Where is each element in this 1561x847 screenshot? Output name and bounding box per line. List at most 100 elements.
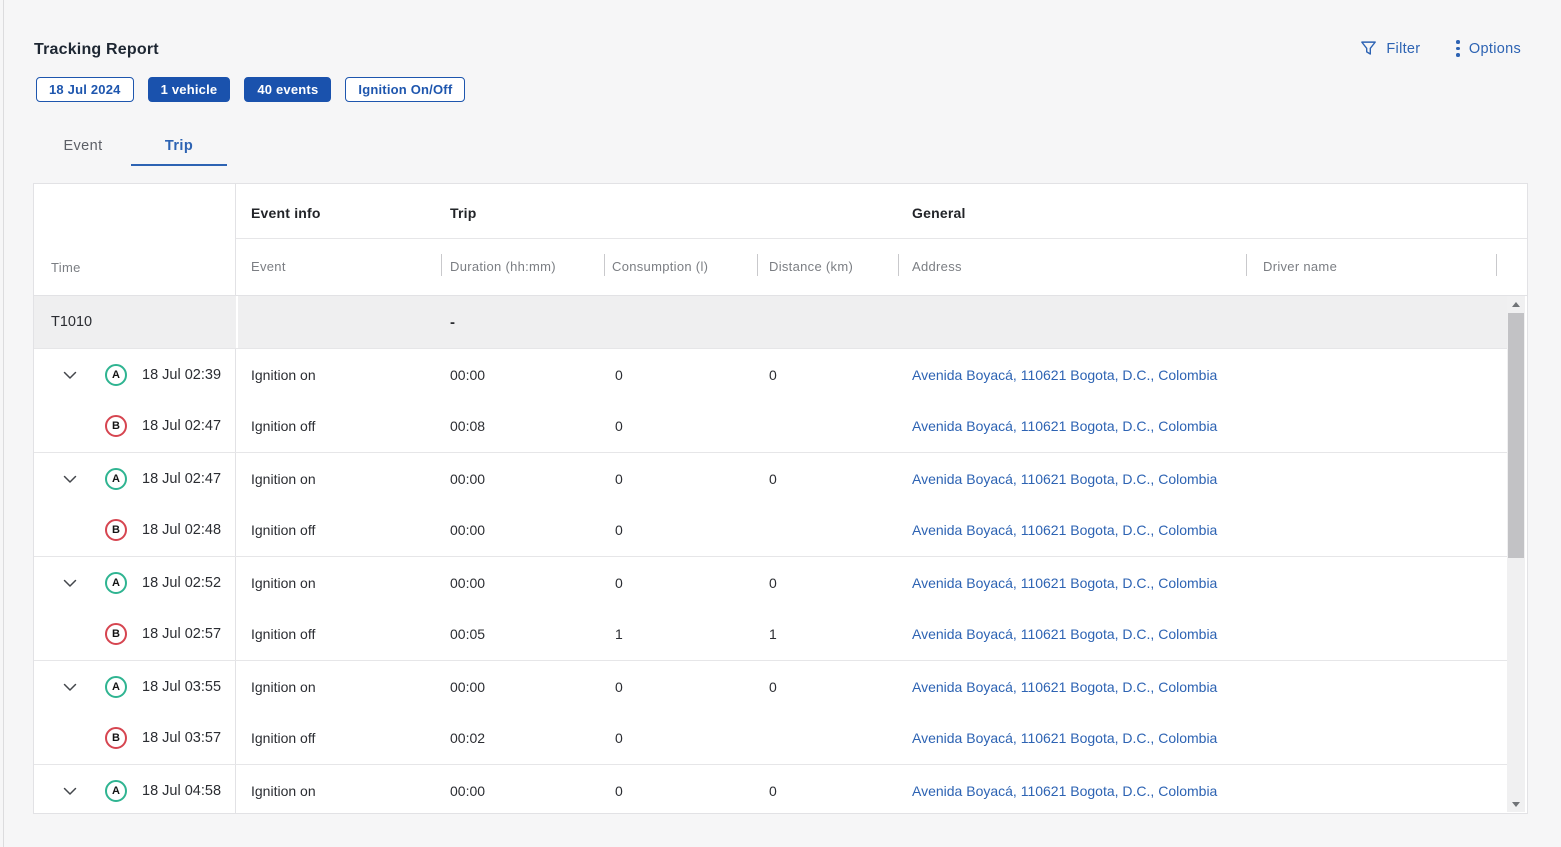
table-body-rows: A 18 Jul 02:39 Ignition on 00:00 0 0 Ave… xyxy=(34,348,1507,813)
report-tabs: Event Trip xyxy=(35,128,227,164)
chip-vehicle-count[interactable]: 1 vehicle xyxy=(148,77,231,102)
consumption-cell: 0 xyxy=(604,575,757,591)
event-time: 18 Jul 04:58 xyxy=(142,783,221,799)
event-name-cell: Ignition on xyxy=(236,679,441,695)
arrow-up-icon[interactable] xyxy=(1507,296,1525,312)
column-header-row: Event Duration (hh:mm) Consumption (l) D… xyxy=(236,239,1527,296)
event-time: 18 Jul 02:52 xyxy=(142,575,221,591)
consumption-cell: 0 xyxy=(604,730,757,746)
options-button[interactable]: Options xyxy=(1456,40,1521,57)
distance-cell: 0 xyxy=(757,367,898,383)
event-name-cell: Ignition off xyxy=(236,730,441,746)
chip-event-count[interactable]: 40 events xyxy=(244,77,331,102)
filter-button[interactable]: Filter xyxy=(1360,40,1420,57)
col-header-driver: Driver name xyxy=(1263,259,1337,274)
col-header-time: Time xyxy=(34,184,236,296)
event-name-cell: Ignition on xyxy=(236,471,441,487)
address-link[interactable]: Avenida Boyacá, 110621 Bogota, D.C., Col… xyxy=(898,367,1246,383)
table-row[interactable]: A 18 Jul 02:39 Ignition on 00:00 0 0 Ave… xyxy=(34,348,1507,400)
filter-button-label: Filter xyxy=(1386,41,1420,57)
trip-start-badge: A xyxy=(105,780,127,802)
time-cell: A 18 Jul 03:55 xyxy=(34,661,236,712)
chevron-down-icon[interactable] xyxy=(60,677,80,697)
table-row[interactable]: A 18 Jul 04:58 Ignition on 00:00 0 0 Ave… xyxy=(34,764,1507,813)
trip-end-badge: B xyxy=(105,623,127,645)
chevron-down-icon[interactable] xyxy=(60,573,80,593)
address-link[interactable]: Avenida Boyacá, 110621 Bogota, D.C., Col… xyxy=(898,679,1246,695)
trip-start-badge: A xyxy=(105,676,127,698)
duration-cell: 00:05 xyxy=(441,626,604,642)
col-header-consumption: Consumption (l) xyxy=(612,259,708,274)
arrow-down-icon[interactable] xyxy=(1507,796,1525,812)
chip-event-type[interactable]: Ignition On/Off xyxy=(345,77,465,102)
table-row[interactable]: B 18 Jul 02:57 Ignition off 00:05 1 1 Av… xyxy=(34,608,1507,660)
consumption-cell: 0 xyxy=(604,783,757,799)
chip-date[interactable]: 18 Jul 2024 xyxy=(36,77,134,102)
chevron-down-icon[interactable] xyxy=(60,365,80,385)
address-link[interactable]: Avenida Boyacá, 110621 Bogota, D.C., Col… xyxy=(898,418,1246,434)
event-time: 18 Jul 02:47 xyxy=(142,418,221,434)
time-cell: A 18 Jul 02:47 xyxy=(34,453,236,504)
distance-cell: 0 xyxy=(757,575,898,591)
table-body: T1010 - A 18 Jul 02:39 Ignition on 00:00… xyxy=(34,296,1507,813)
trip-start-badge: A xyxy=(105,364,127,386)
time-cell: B 18 Jul 03:57 xyxy=(34,712,236,764)
group-header-trip: Trip xyxy=(450,205,476,221)
event-time: 18 Jul 02:48 xyxy=(142,522,221,538)
address-link[interactable]: Avenida Boyacá, 110621 Bogota, D.C., Col… xyxy=(898,575,1246,591)
event-time: 18 Jul 02:57 xyxy=(142,626,221,642)
address-link[interactable]: Avenida Boyacá, 110621 Bogota, D.C., Col… xyxy=(898,471,1246,487)
consumption-cell: 0 xyxy=(604,679,757,695)
address-link[interactable]: Avenida Boyacá, 110621 Bogota, D.C., Col… xyxy=(898,626,1246,642)
consumption-cell: 0 xyxy=(604,418,757,434)
column-divider xyxy=(1246,254,1247,276)
time-cell: B 18 Jul 02:47 xyxy=(34,400,236,452)
column-divider xyxy=(757,254,758,276)
table-row[interactable]: B 18 Jul 03:57 Ignition off 00:02 0 Aven… xyxy=(34,712,1507,764)
time-cell: A 18 Jul 02:39 xyxy=(34,349,236,400)
page-title: Tracking Report xyxy=(34,41,159,59)
trip-end-badge: B xyxy=(105,727,127,749)
table-header: Time Event info Trip General Event Durat… xyxy=(34,184,1527,296)
column-divider xyxy=(441,254,442,276)
vehicle-group-row[interactable]: T1010 - xyxy=(34,296,1507,348)
trip-end-badge: B xyxy=(105,519,127,541)
tab-event[interactable]: Event xyxy=(35,128,131,164)
col-header-duration: Duration (hh:mm) xyxy=(450,259,556,274)
table-row[interactable]: A 18 Jul 03:55 Ignition on 00:00 0 0 Ave… xyxy=(34,660,1507,712)
event-time: 18 Jul 03:57 xyxy=(142,730,221,746)
table-row[interactable]: B 18 Jul 02:47 Ignition off 00:08 0 Aven… xyxy=(34,400,1507,452)
chevron-down-icon[interactable] xyxy=(60,469,80,489)
event-name-cell: Ignition off xyxy=(236,626,441,642)
time-cell: A 18 Jul 02:52 xyxy=(34,557,236,608)
address-link[interactable]: Avenida Boyacá, 110621 Bogota, D.C., Col… xyxy=(898,783,1246,799)
event-name-cell: Ignition off xyxy=(236,418,441,434)
time-cell: B 18 Jul 02:57 xyxy=(34,608,236,660)
duration-cell: 00:00 xyxy=(441,522,604,538)
consumption-cell: 0 xyxy=(604,367,757,383)
group-header-general: General xyxy=(912,205,966,221)
table-row[interactable]: A 18 Jul 02:47 Ignition on 00:00 0 0 Ave… xyxy=(34,452,1507,504)
duration-cell: 00:00 xyxy=(441,679,604,695)
duration-cell: 00:02 xyxy=(441,730,604,746)
table-row[interactable]: B 18 Jul 02:48 Ignition off 00:00 0 Aven… xyxy=(34,504,1507,556)
address-link[interactable]: Avenida Boyacá, 110621 Bogota, D.C., Col… xyxy=(898,522,1246,538)
vehicle-duration: - xyxy=(450,314,455,331)
event-time: 18 Jul 02:47 xyxy=(142,471,221,487)
consumption-cell: 0 xyxy=(604,471,757,487)
time-cell: B 18 Jul 02:48 xyxy=(34,504,236,556)
tab-trip[interactable]: Trip xyxy=(131,128,227,164)
chevron-down-icon[interactable] xyxy=(60,781,80,801)
toolbar: Filter Options xyxy=(1360,40,1521,57)
trip-start-badge: A xyxy=(105,572,127,594)
column-divider xyxy=(1496,254,1497,276)
table-row[interactable]: A 18 Jul 02:52 Ignition on 00:00 0 0 Ave… xyxy=(34,556,1507,608)
vertical-scrollbar[interactable] xyxy=(1507,296,1525,812)
group-header-row: Event info Trip General xyxy=(236,188,1527,239)
consumption-cell: 1 xyxy=(604,626,757,642)
event-time: 18 Jul 03:55 xyxy=(142,679,221,695)
col-header-distance: Distance (km) xyxy=(769,259,853,274)
scrollbar-thumb[interactable] xyxy=(1508,313,1524,558)
event-name-cell: Ignition off xyxy=(236,522,441,538)
address-link[interactable]: Avenida Boyacá, 110621 Bogota, D.C., Col… xyxy=(898,730,1246,746)
